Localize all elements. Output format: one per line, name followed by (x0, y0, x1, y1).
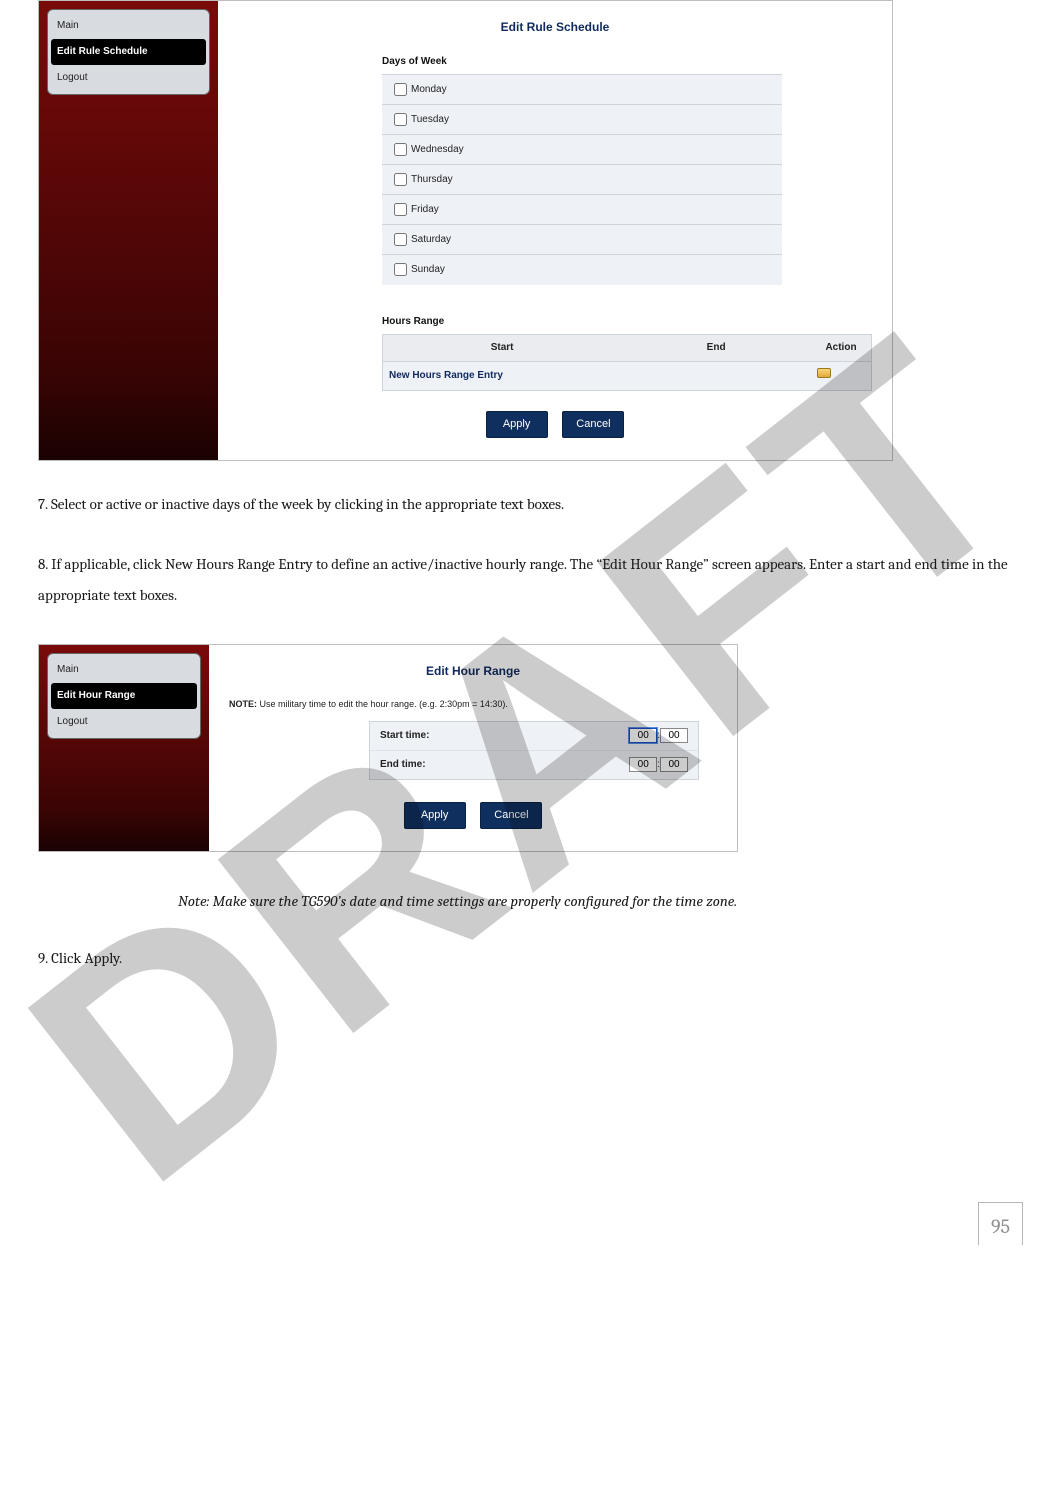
button-row: Apply Cancel (238, 411, 872, 439)
hour-range-form: Start time: : End time: : (369, 721, 699, 780)
day-checkbox-monday[interactable] (394, 83, 407, 96)
day-row: Monday (382, 74, 782, 104)
side-menu: Main Edit Rule Schedule Logout (47, 9, 210, 95)
day-label: Sunday (411, 265, 445, 276)
sidebar: Main Edit Hour Range Logout (39, 645, 209, 852)
day-checkbox-friday[interactable] (394, 203, 407, 216)
end-min-input[interactable] (660, 757, 688, 772)
day-row: Sunday (382, 255, 782, 285)
note-text: Use military time to edit the hour range… (257, 699, 508, 709)
sidebar-item-edit-rule-schedule[interactable]: Edit Rule Schedule (51, 39, 206, 65)
screenshot-edit-hour-range: Main Edit Hour Range Logout Edit Hour Ra… (38, 644, 738, 853)
day-checkbox-tuesday[interactable] (394, 113, 407, 126)
sidebar-item-main[interactable]: Main (51, 657, 197, 683)
day-checkbox-wednesday[interactable] (394, 143, 407, 156)
start-min-input[interactable] (660, 728, 688, 743)
hours-end-cell (621, 362, 811, 390)
col-end: End (621, 335, 811, 361)
page-title: Edit Hour Range (229, 661, 717, 683)
main-pane: Edit Hour Range NOTE: Use military time … (209, 645, 737, 852)
day-label: Wednesday (411, 144, 464, 155)
hours-header: Start End Action (382, 334, 872, 361)
apply-button[interactable]: Apply (404, 802, 466, 830)
step-8: 8. If applicable, click New Hours Range … (38, 549, 1021, 612)
hours-row-new-entry[interactable]: New Hours Range Entry (382, 361, 872, 391)
day-label: Thursday (411, 174, 453, 185)
sidebar-item-logout[interactable]: Logout (51, 709, 197, 735)
col-action: Action (811, 335, 871, 361)
screenshot-edit-rule-schedule: Main Edit Rule Schedule Logout Edit Rule… (38, 0, 893, 461)
sidebar-item-main[interactable]: Main (51, 13, 206, 39)
military-time-note: NOTE: Use military time to edit the hour… (229, 696, 717, 712)
day-checkbox-sunday[interactable] (394, 263, 407, 276)
step-7: 7. Select or active or inactive days of … (38, 489, 1021, 521)
sidebar: Main Edit Rule Schedule Logout (39, 1, 218, 460)
sidebar-item-edit-hour-range[interactable]: Edit Hour Range (51, 683, 197, 709)
cancel-button[interactable]: Cancel (480, 802, 542, 830)
day-label: Friday (411, 204, 439, 215)
step-9: 9. Click Apply. (38, 943, 1021, 975)
end-time-row: End time: : (370, 750, 698, 779)
day-row: Wednesday (382, 134, 782, 164)
day-checkbox-thursday[interactable] (394, 173, 407, 186)
sidebar-item-logout[interactable]: Logout (51, 65, 206, 91)
day-label: Saturday (411, 234, 451, 245)
start-time-label: Start time: (380, 727, 629, 745)
hours-label: Hours Range (382, 313, 872, 331)
start-time-row: Start time: : (370, 722, 698, 750)
days-table: Monday Tuesday Wednesday Thursday Friday… (382, 74, 782, 285)
days-label: Days of Week (382, 53, 872, 71)
day-label: Monday (411, 84, 447, 95)
day-row: Saturday (382, 225, 782, 255)
hours-table: Start End Action New Hours Range Entry (382, 334, 872, 391)
note-bold: NOTE: (229, 699, 257, 709)
day-row: Friday (382, 195, 782, 225)
page-number: 95 (978, 1202, 1023, 1245)
day-row: Tuesday (382, 104, 782, 134)
button-row: Apply Cancel (229, 802, 717, 830)
new-hours-range-link[interactable]: New Hours Range Entry (383, 362, 621, 390)
timezone-note: Note: Make sure the TG590’s date and tim… (178, 888, 1021, 915)
apply-button[interactable]: Apply (486, 411, 548, 439)
edit-icon[interactable] (817, 368, 831, 378)
page-title: Edit Rule Schedule (238, 17, 872, 39)
main-pane: Edit Rule Schedule Days of Week Monday T… (218, 1, 892, 460)
start-hour-input[interactable] (629, 728, 657, 743)
day-row: Thursday (382, 165, 782, 195)
side-menu: Main Edit Hour Range Logout (47, 653, 201, 739)
cancel-button[interactable]: Cancel (562, 411, 624, 439)
end-hour-input[interactable] (629, 757, 657, 772)
col-start: Start (383, 335, 621, 361)
day-label: Tuesday (411, 114, 449, 125)
end-time-label: End time: (380, 756, 629, 774)
day-checkbox-saturday[interactable] (394, 233, 407, 246)
